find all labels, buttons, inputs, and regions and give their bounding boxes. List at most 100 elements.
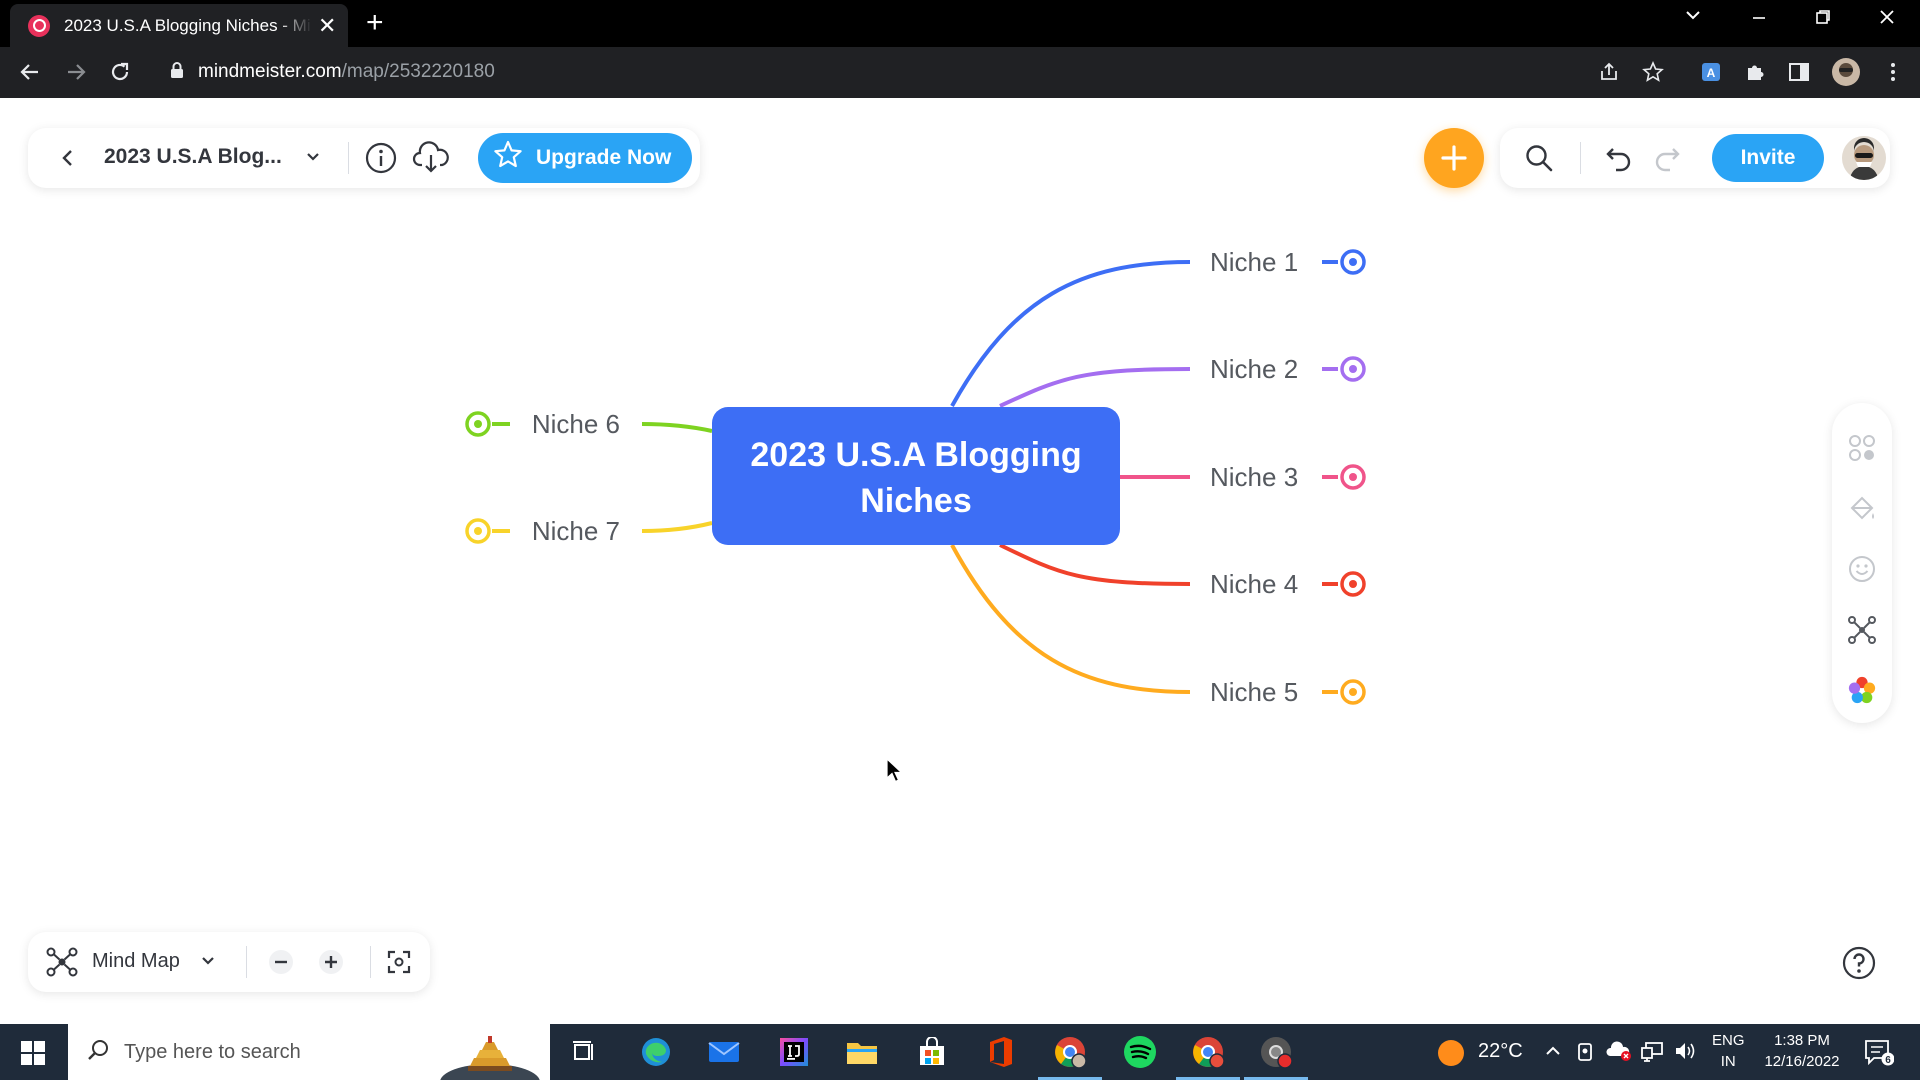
taskbar-clock[interactable]: 1:38 PM 12/16/2022 [1760, 1030, 1844, 1072]
collapse-toggle-dot [1349, 365, 1357, 373]
task-view-icon[interactable] [566, 1034, 602, 1070]
back-arrow-icon[interactable] [14, 56, 46, 88]
search-icon[interactable] [1524, 143, 1554, 178]
close-window-icon[interactable] [1878, 8, 1896, 32]
child-topic-label: Niche 1 [1210, 247, 1298, 277]
mindmeister-favicon-icon [28, 14, 50, 37]
collapse-toggle-dot [474, 420, 482, 428]
paint-bucket-icon[interactable] [1847, 493, 1877, 523]
office-icon[interactable] [982, 1034, 1018, 1070]
search-highlight-temple-icon [440, 1028, 540, 1085]
language-line-2: IN [1720, 1053, 1736, 1070]
emoji-icon[interactable] [1847, 554, 1877, 584]
branch-line [641, 422, 713, 433]
mindmap-structure-icon[interactable] [1847, 615, 1877, 645]
url-text: mindmeister.com/map/2532220180 [198, 61, 495, 82]
fit-to-screen-icon[interactable] [386, 949, 412, 980]
root-topic[interactable]: 2023 U.S.A Blogging Niches [712, 407, 1120, 545]
branch-line [950, 544, 1191, 694]
help-icon[interactable] [1842, 946, 1876, 985]
color-palette-icon[interactable] [1847, 675, 1877, 705]
user-avatar[interactable] [1842, 136, 1886, 180]
map-title[interactable]: 2023 U.S.A Blog... [104, 145, 282, 169]
microsoft-store-icon[interactable] [914, 1034, 950, 1070]
weather-temperature[interactable]: 22°C [1478, 1040, 1523, 1063]
tray-volume-icon[interactable] [1674, 1040, 1698, 1067]
profile-avatar-icon[interactable] [1830, 56, 1862, 88]
info-icon[interactable] [364, 141, 398, 180]
lock-icon [170, 61, 184, 84]
child-topic[interactable]: Niche 6 [465, 409, 620, 439]
cloud-download-icon[interactable] [412, 141, 450, 180]
branch-line [950, 260, 1191, 407]
chrome-profile-1-icon[interactable] [1038, 1034, 1102, 1080]
tray-onedrive-icon[interactable] [1606, 1040, 1632, 1067]
url-omnibox[interactable]: mindmeister.com/map/2532220180 [152, 53, 1742, 91]
side-panel-icon[interactable] [1786, 59, 1812, 85]
child-topic[interactable]: Niche 4 [1210, 569, 1366, 599]
child-topic[interactable]: Niche 5 [1210, 677, 1366, 707]
divider [370, 946, 371, 978]
mindmap-canvas[interactable]: Niche 1 Niche 2 Niche 3 Niche 4 Niche 5 Niche… [0, 98, 1920, 1024]
redo-icon[interactable] [1652, 143, 1682, 178]
child-topic[interactable]: Niche 3 [1210, 462, 1366, 492]
spotify-icon[interactable] [1122, 1034, 1158, 1070]
plus-icon [1441, 145, 1467, 171]
collapse-toggle-dot [474, 527, 482, 535]
view-mode-selector[interactable]: Mind Map [92, 950, 180, 973]
chevron-down-icon[interactable] [200, 953, 216, 974]
taskbar-search-box[interactable]: Type here to search [68, 1024, 550, 1085]
language-indicator[interactable]: ENG IN [1712, 1030, 1745, 1072]
add-topic-button[interactable] [1424, 128, 1484, 188]
new-tab-button[interactable]: + [366, 8, 384, 38]
minimize-window-icon[interactable] [1750, 8, 1768, 32]
mouse-cursor-icon [886, 757, 904, 789]
divider [246, 946, 247, 978]
chevron-down-icon[interactable] [304, 148, 322, 171]
browser-address-bar: mindmeister.com/map/2532220180 A [0, 47, 1920, 98]
invite-button[interactable]: Invite [1712, 134, 1824, 182]
undo-icon[interactable] [1604, 143, 1634, 178]
root-topic-box[interactable] [712, 407, 1120, 545]
extension-translate-icon[interactable]: A [1698, 59, 1724, 85]
tab-close-icon[interactable]: ✕ [318, 14, 336, 37]
notification-center-icon[interactable]: 6 [1864, 1038, 1895, 1071]
child-topic-label: Niche 6 [532, 409, 620, 439]
browser-menu-icon[interactable] [1880, 59, 1906, 85]
extensions-puzzle-icon[interactable] [1742, 59, 1768, 85]
upgrade-now-label: Upgrade Now [536, 146, 672, 169]
tray-meet-now-icon[interactable] [1576, 1040, 1596, 1067]
reload-icon[interactable] [104, 56, 136, 88]
browser-tab-active[interactable]: 2023 U.S.A Blogging Niches - MindMeister… [10, 4, 348, 47]
tab-search-chevron-icon[interactable] [1684, 6, 1702, 30]
upgrade-now-button[interactable]: Upgrade Now [478, 133, 692, 183]
intellij-icon[interactable] [776, 1034, 812, 1070]
chrome-profile-2-icon[interactable] [1176, 1034, 1240, 1080]
child-topic[interactable]: Niche 1 [1210, 247, 1366, 277]
zoom-in-icon[interactable] [318, 949, 344, 980]
back-chevron-icon[interactable] [56, 145, 80, 176]
layout-grid-icon[interactable] [1847, 433, 1877, 463]
restore-window-icon[interactable] [1814, 8, 1832, 32]
share-icon[interactable] [1596, 59, 1622, 85]
child-topic[interactable]: Niche 2 [1210, 354, 1366, 384]
child-topic[interactable]: Niche 7 [465, 516, 620, 546]
right-side-panel [1832, 403, 1892, 723]
mail-icon[interactable] [706, 1034, 742, 1070]
bookmark-star-icon[interactable] [1640, 59, 1666, 85]
language-line-1: ENG [1712, 1032, 1745, 1049]
windows-start-icon[interactable] [20, 1040, 46, 1071]
collapse-toggle-dot [1349, 580, 1357, 588]
edge-browser-icon[interactable] [638, 1034, 674, 1070]
file-explorer-icon[interactable] [844, 1034, 880, 1070]
browser-tab-strip: 2023 U.S.A Blogging Niches - MindMeister… [0, 0, 1920, 47]
zoom-out-icon[interactable] [268, 949, 294, 980]
mindmeister-app: Niche 1 Niche 2 Niche 3 Niche 4 Niche 5 Niche… [0, 98, 1920, 1024]
root-topic-line-2: Niches [860, 482, 972, 520]
forward-arrow-icon[interactable] [60, 56, 92, 88]
tray-network-icon[interactable] [1640, 1040, 1664, 1067]
weather-sun-icon[interactable] [1436, 1038, 1466, 1073]
tray-chevron-up-icon[interactable] [1544, 1042, 1562, 1065]
chrome-profile-3-icon[interactable] [1244, 1034, 1308, 1080]
map-title-toolbar: 2023 U.S.A Blog... Upgrade Now [28, 128, 700, 188]
